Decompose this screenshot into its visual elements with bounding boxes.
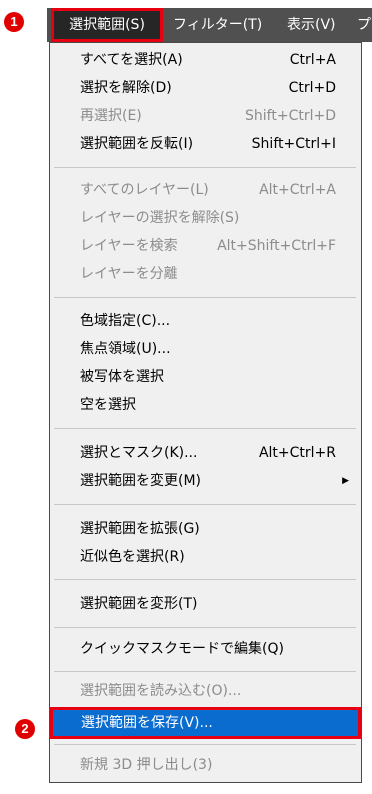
step-marker-1: 1 bbox=[4, 12, 24, 32]
menu-selection[interactable]: 選択範囲(S) bbox=[51, 8, 163, 42]
menu-item-shortcut: Alt+Ctrl+R bbox=[258, 445, 336, 461]
menu-item-label: すべてを選択(A) bbox=[80, 52, 183, 68]
menu-item-shortcut: Shift+Ctrl+I bbox=[251, 136, 336, 152]
menu-item-label: 選択範囲を変更(M) bbox=[80, 473, 202, 489]
menu-separator bbox=[54, 428, 356, 429]
menu-item-focus-area[interactable]: 焦点領域(U)... bbox=[50, 335, 361, 363]
menu-item-shortcut: Ctrl+D bbox=[288, 80, 336, 96]
menu-item-label: レイヤーの選択を解除(S) bbox=[80, 210, 240, 226]
menu-separator bbox=[54, 744, 356, 745]
menu-item-select-subject[interactable]: 被写体を選択 bbox=[50, 363, 361, 391]
menu-item-grow[interactable]: 選択範囲を拡張(G) bbox=[50, 515, 361, 543]
menu-item-shortcut: Alt+Shift+Ctrl+F bbox=[217, 238, 336, 254]
menu-item-label: 新規 3D 押し出し(3) bbox=[80, 757, 213, 773]
menu-item-deselect[interactable]: 選択を解除(D) Ctrl+D bbox=[50, 74, 361, 102]
menu-item-new-3d-extrusion[interactable]: 新規 3D 押し出し(3) bbox=[50, 751, 361, 779]
menu-item-save-selection[interactable]: 選択範囲を保存(V)... bbox=[50, 707, 361, 739]
menu-separator bbox=[54, 504, 356, 505]
menu-item-quick-mask[interactable]: クイックマスクモードで編集(Q) bbox=[50, 635, 361, 663]
menu-item-find-layers[interactable]: レイヤーを検索 Alt+Shift+Ctrl+F bbox=[50, 232, 361, 260]
menu-item-label: 選択範囲を保存(V)... bbox=[81, 715, 213, 731]
menu-item-reselect[interactable]: 再選択(E) Shift+Ctrl+D bbox=[50, 102, 361, 130]
menu-item-color-range[interactable]: 色域指定(C)... bbox=[50, 307, 361, 335]
menu-plugins[interactable]: プ bbox=[357, 8, 371, 42]
menu-separator bbox=[54, 627, 356, 628]
menu-item-label: 近似色を選択(R) bbox=[80, 549, 185, 565]
submenu-arrow-icon: ▶ bbox=[342, 476, 349, 486]
menu-item-select-all[interactable]: すべてを選択(A) Ctrl+A bbox=[50, 46, 361, 74]
step-marker-2: 2 bbox=[15, 719, 35, 739]
menu-item-label: 再選択(E) bbox=[80, 108, 142, 124]
menu-view[interactable]: 表示(V) bbox=[287, 8, 336, 42]
menu-item-shortcut: Alt+Ctrl+A bbox=[259, 182, 336, 198]
menu-item-isolate-layers[interactable]: レイヤーを分離 bbox=[50, 260, 361, 288]
menu-item-shortcut: Ctrl+A bbox=[289, 52, 336, 68]
menu-separator bbox=[54, 167, 356, 168]
menu-item-modify[interactable]: 選択範囲を変更(M) ▶ bbox=[50, 467, 361, 495]
menu-item-label: 被写体を選択 bbox=[80, 369, 164, 385]
menu-separator bbox=[54, 297, 356, 298]
menu-item-similar[interactable]: 近似色を選択(R) bbox=[50, 543, 361, 571]
menu-item-transform-selection[interactable]: 選択範囲を変形(T) bbox=[50, 590, 361, 618]
menu-item-label: 選択範囲を拡張(G) bbox=[80, 521, 200, 537]
menubar: 選択範囲(S) フィルター(T) 表示(V) プ bbox=[47, 8, 372, 42]
menu-item-label: 色域指定(C)... bbox=[80, 313, 171, 329]
menu-separator bbox=[54, 579, 356, 580]
menu-item-deselect-layers[interactable]: レイヤーの選択を解除(S) bbox=[50, 204, 361, 232]
menu-item-select-sky[interactable]: 空を選択 bbox=[50, 391, 361, 419]
menu-item-label: 選択範囲を反転(I) bbox=[80, 136, 194, 152]
menu-item-label: 選択とマスク(K)... bbox=[80, 445, 198, 461]
selection-dropdown-menu: すべてを選択(A) Ctrl+A 選択を解除(D) Ctrl+D 再選択(E) … bbox=[49, 42, 362, 783]
menu-item-label: すべてのレイヤー(L) bbox=[80, 182, 209, 198]
menu-item-all-layers[interactable]: すべてのレイヤー(L) Alt+Ctrl+A bbox=[50, 176, 361, 204]
menu-item-label: 焦点領域(U)... bbox=[80, 341, 171, 357]
menu-item-label: 選択範囲を読み込む(O)... bbox=[80, 683, 242, 699]
menu-item-select-and-mask[interactable]: 選択とマスク(K)... Alt+Ctrl+R bbox=[50, 439, 361, 467]
menu-item-label: 選択を解除(D) bbox=[80, 80, 172, 96]
menu-item-label: レイヤーを検索 bbox=[80, 238, 178, 254]
menu-item-label: 選択範囲を変形(T) bbox=[80, 596, 198, 612]
menu-item-label: レイヤーを分離 bbox=[80, 266, 178, 282]
menu-separator bbox=[54, 671, 356, 672]
menu-item-label: クイックマスクモードで編集(Q) bbox=[80, 641, 284, 657]
menu-filter[interactable]: フィルター(T) bbox=[173, 8, 262, 42]
menu-item-shortcut: Shift+Ctrl+D bbox=[245, 108, 336, 124]
menu-item-load-selection[interactable]: 選択範囲を読み込む(O)... bbox=[50, 677, 361, 705]
menu-item-inverse[interactable]: 選択範囲を反転(I) Shift+Ctrl+I bbox=[50, 130, 361, 158]
menu-item-label: 空を選択 bbox=[80, 397, 136, 413]
